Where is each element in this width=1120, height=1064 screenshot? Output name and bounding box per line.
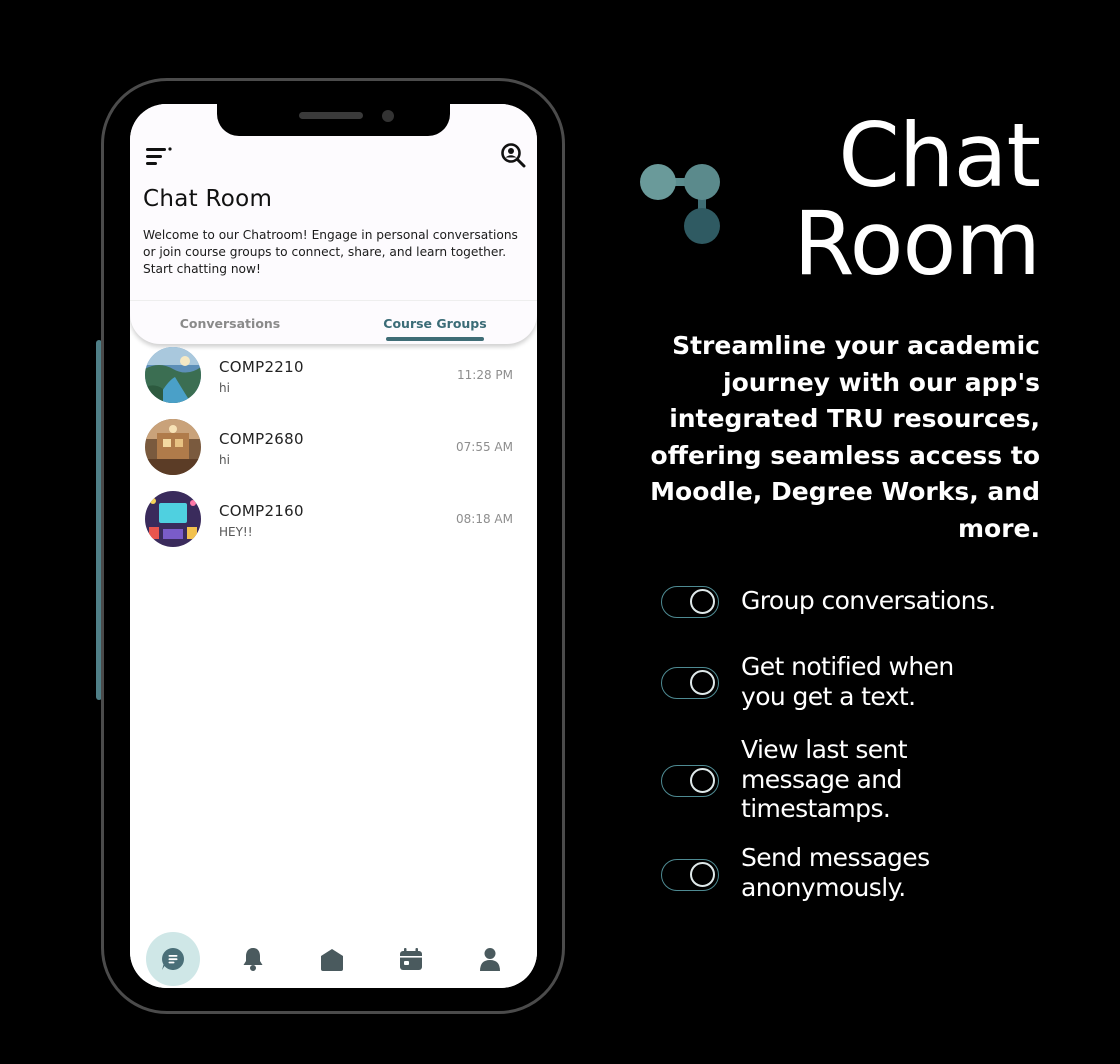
tab-conversations[interactable]: Conversations — [160, 301, 300, 345]
chat-list: COMP2210 hi 11:28 PM COMP2680 hi 07:55 A… — [130, 347, 537, 563]
camera — [382, 110, 394, 122]
menu-icon[interactable] — [146, 146, 172, 166]
calendar-icon — [400, 948, 422, 970]
toggle-knob — [690, 670, 715, 695]
toggle-knob — [690, 862, 715, 887]
nav-notifications[interactable] — [226, 932, 280, 986]
feature-text: Send messages anonymously. — [741, 843, 930, 902]
app-screen: Chat Room Welcome to our Chatroom! Engag… — [130, 104, 537, 988]
feature-text: View last sent message and timestamps. — [741, 735, 908, 823]
page-title: Chat Room — [143, 186, 273, 212]
chat-icon — [162, 948, 184, 970]
promo-tagline: Streamline your academic journey with ou… — [650, 331, 1040, 543]
feature-toggle[interactable] — [661, 667, 719, 699]
nav-chat[interactable] — [146, 932, 200, 986]
speaker — [299, 112, 363, 119]
nav-calendar[interactable] — [384, 932, 438, 986]
phone-notch — [217, 98, 450, 136]
bell-icon — [243, 948, 263, 971]
chat-timestamp: 07:55 AM — [456, 440, 513, 454]
chat-name: COMP2210 — [219, 358, 304, 376]
avatar — [145, 491, 201, 547]
chat-name: COMP2160 — [219, 502, 304, 520]
promo-title: Chat Room — [793, 104, 1041, 295]
feature-text: Group conversations. — [741, 586, 996, 615]
chat-name: COMP2680 — [219, 430, 304, 448]
chat-item[interactable]: COMP2680 hi 07:55 AM — [130, 419, 537, 491]
chat-last-message: HEY!! — [219, 525, 253, 539]
search-icon[interactable] — [500, 142, 526, 168]
avatar — [145, 347, 201, 403]
chat-item[interactable]: COMP2160 HEY!! 08:18 AM — [130, 491, 537, 563]
chat-last-message: hi — [219, 381, 230, 395]
nav-home[interactable] — [305, 932, 359, 986]
chat-item[interactable]: COMP2210 hi 11:28 PM — [130, 347, 537, 419]
profile-icon — [480, 948, 500, 971]
nav-profile[interactable] — [463, 932, 517, 986]
feature-toggle[interactable] — [661, 765, 719, 797]
active-tab-indicator — [386, 337, 484, 341]
feature-text: Get notified when you get a text. — [741, 652, 954, 711]
intro-text: Welcome to our Chatroom! Engage in perso… — [143, 228, 518, 276]
home-icon — [321, 949, 343, 971]
chat-timestamp: 08:18 AM — [456, 512, 513, 526]
promo-title-line2: Room — [793, 192, 1041, 295]
toggle-knob — [690, 768, 715, 793]
avatar — [145, 419, 201, 475]
feature-toggle[interactable] — [661, 859, 719, 891]
chat-last-message: hi — [219, 453, 230, 467]
app-header: Chat Room Welcome to our Chatroom! Engag… — [130, 104, 537, 344]
bottom-nav — [130, 924, 537, 988]
promo-title-line1: Chat — [838, 104, 1041, 207]
chat-timestamp: 11:28 PM — [457, 368, 513, 382]
feature-toggle[interactable] — [661, 586, 719, 618]
logo-icon — [640, 164, 720, 244]
toggle-knob — [690, 589, 715, 614]
